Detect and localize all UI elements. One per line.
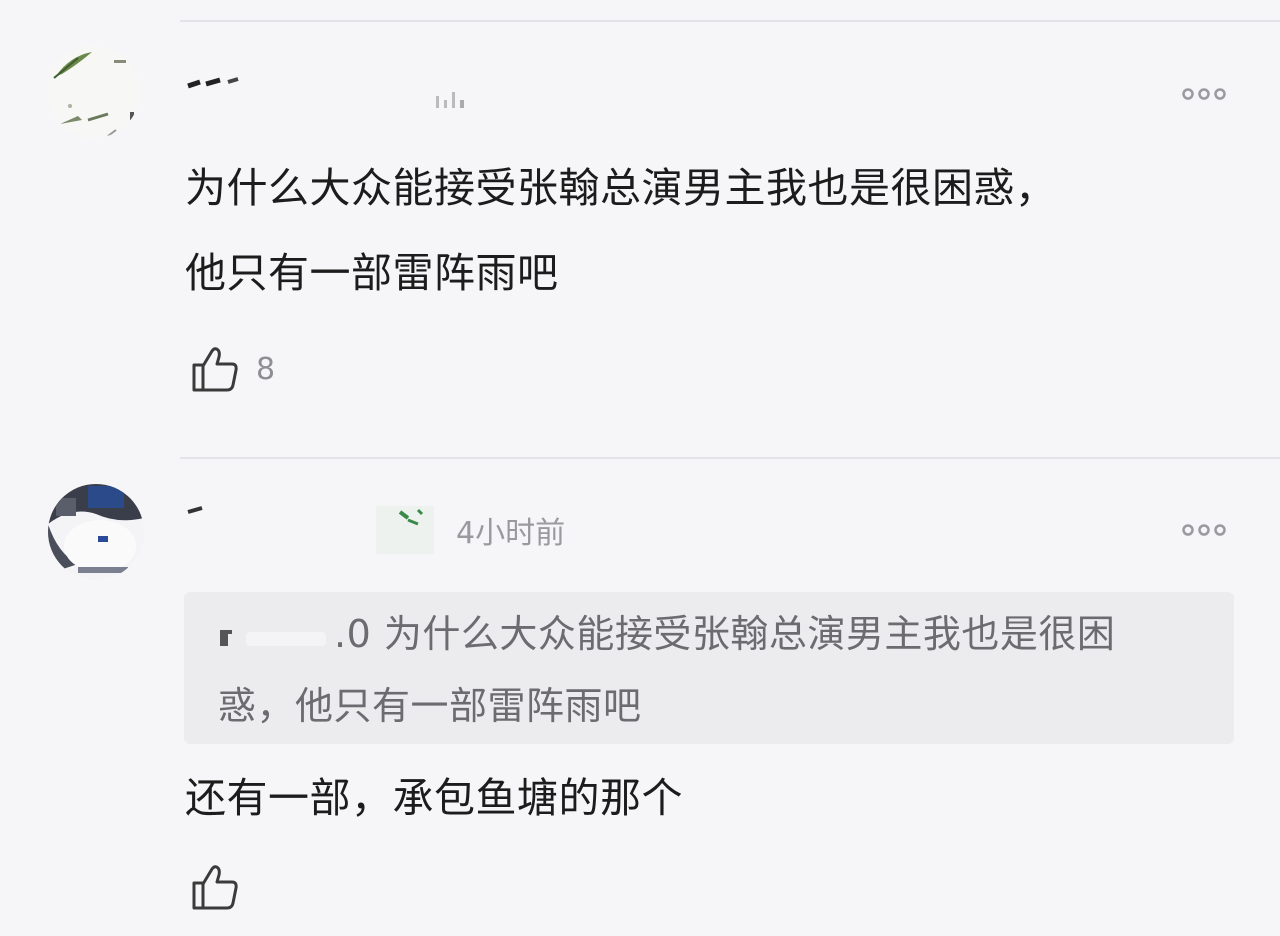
quoted-comment-text: .0 为什么大众能接受张翰总演男主我也是很困 惑，他只有一部雷阵雨吧 [218,598,1115,742]
quoted-comment-line: 惑，他只有一部雷阵雨吧 [218,684,642,728]
avatar-image [48,484,144,580]
username[interactable] [186,504,436,556]
more-options-icon [1182,524,1226,536]
quoted-comment-line: .0 为什么大众能接受张翰总演男主我也是很困 [218,598,1115,670]
more-options-button[interactable] [1180,82,1234,106]
like-button[interactable] [190,860,256,914]
top-divider [180,20,1280,22]
avatar-image [48,46,140,138]
timestamp: 4小时前 [456,516,566,551]
thumbs-up-icon [192,347,238,392]
comment-line: 他只有一部雷阵雨吧 [185,249,559,297]
username-blurred [187,506,434,554]
more-options-button[interactable] [1180,518,1234,542]
comment-line: 还有一部，承包鱼塘的那个 [185,774,683,822]
quoted-author [218,622,334,652]
more-options-icon [1182,88,1226,100]
user-avatar-icon[interactable] [48,484,144,580]
like-count: 8 [256,351,276,387]
comment-line: 为什么大众能接受张翰总演男主我也是很困惑， [185,164,1057,212]
comment-text: 还有一部，承包鱼塘的那个 [185,756,683,841]
like-button[interactable]: 8 [190,342,275,396]
quoted-author-suffix: .0 [334,612,372,656]
quoted-text-part: 为什么大众能接受张翰总演男主我也是很困 [383,612,1116,656]
comment-divider [180,457,1280,459]
username[interactable] [186,70,476,110]
user-avatar-icon[interactable] [48,46,140,138]
username-blurred [187,77,464,108]
comment-text: 为什么大众能接受张翰总演男主我也是很困惑， 他只有一部雷阵雨吧 [185,146,1057,316]
thumbs-up-icon [192,865,238,910]
quoted-author-blurred [220,629,326,646]
